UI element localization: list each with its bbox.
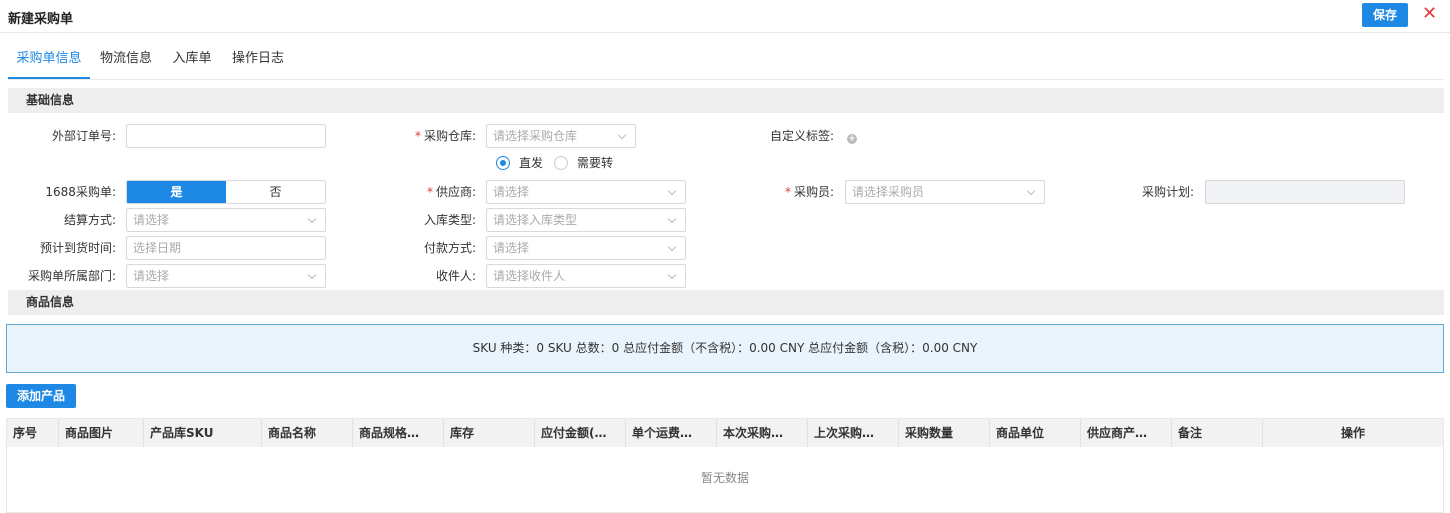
tab-purchase-info[interactable]: 采购单信息	[8, 44, 90, 79]
is-1688-label: 1688采购单:	[45, 185, 116, 199]
col-name: 商品名称	[262, 419, 353, 447]
tab-stock-in[interactable]: 入库单	[166, 44, 218, 79]
chevron-down-icon	[667, 186, 677, 196]
settle-select[interactable]: 请选择	[126, 208, 326, 232]
radio-direct-label: 直发	[519, 156, 544, 170]
table-header: 序号 商品图片 产品库SKU 商品名称 商品规格… 库存 应付金额(… 单个运费…	[7, 419, 1443, 447]
col-image: 商品图片	[59, 419, 144, 447]
eta-label: 预计到货时间:	[39, 241, 116, 255]
dept-label: 采购单所属部门:	[27, 269, 116, 283]
col-sku: 产品库SKU	[144, 419, 262, 447]
external-order-input[interactable]	[126, 124, 326, 148]
goods-table: 序号 商品图片 产品库SKU 商品名称 商品规格… 库存 应付金额(… 单个运费…	[6, 418, 1444, 513]
col-quantity: 采购数量	[899, 419, 990, 447]
receiver-label: 收件人:	[435, 269, 476, 283]
col-amount: 应付金额(…	[535, 419, 626, 447]
col-unit: 商品单位	[990, 419, 1081, 447]
payment-select[interactable]: 请选择	[486, 236, 686, 260]
supplier-label: * 供应商:	[426, 185, 476, 199]
goods-summary: SKU 种类：0 SKU 总数：0 总应付金额（不含税）：0.00 CNY 总应…	[6, 324, 1444, 373]
col-stock: 库存	[444, 419, 535, 447]
col-index: 序号	[7, 419, 59, 447]
supplier-select[interactable]: 请选择	[486, 180, 686, 204]
radio-direct[interactable]	[496, 156, 510, 170]
close-icon[interactable]: ✕	[1422, 3, 1437, 25]
chevron-down-icon	[1026, 186, 1036, 196]
section-goods-info: 商品信息	[8, 290, 1444, 315]
tab-operation-log[interactable]: 操作日志	[226, 44, 290, 79]
external-order-label: 外部订单号:	[51, 129, 116, 143]
col-actions: 操作	[1340, 426, 1365, 440]
chevron-down-icon	[307, 270, 317, 280]
stock-type-select[interactable]: 请选择入库类型	[486, 208, 686, 232]
is-1688-toggle: 是 否	[126, 180, 326, 204]
chevron-down-icon	[307, 214, 317, 224]
chevron-down-icon	[667, 242, 677, 252]
chevron-down-icon	[617, 130, 627, 140]
is-1688-yes[interactable]: 是	[127, 181, 226, 203]
tab-bar: 采购单信息 物流信息 入库单 操作日志	[8, 44, 1444, 80]
stock-type-label: 入库类型:	[423, 213, 476, 227]
col-supplier-product: 供应商产…	[1081, 419, 1172, 447]
radio-transfer[interactable]	[554, 156, 568, 170]
warehouse-select[interactable]: 请选择采购仓库	[486, 124, 636, 148]
warehouse-label: * 采购仓库:	[414, 129, 476, 143]
page-title: 新建采购单	[8, 12, 74, 27]
col-last-price: 上次采购…	[808, 419, 899, 447]
empty-state: 暂无数据	[700, 471, 749, 485]
col-spec: 商品规格…	[353, 419, 444, 447]
dept-select[interactable]: 请选择	[126, 264, 326, 288]
eta-date-input[interactable]: 选择日期	[126, 236, 326, 260]
receiver-select[interactable]: 请选择收件人	[486, 264, 686, 288]
chevron-down-icon	[667, 214, 677, 224]
radio-transfer-label: 需要转	[577, 156, 614, 170]
tab-logistics[interactable]: 物流信息	[94, 44, 158, 79]
save-button[interactable]: 保存	[1362, 3, 1408, 27]
col-this-price: 本次采购…	[717, 419, 808, 447]
settle-label: 结算方式:	[63, 213, 116, 227]
add-product-button[interactable]: 添加产品	[6, 384, 76, 408]
col-remark: 备注	[1172, 419, 1263, 447]
buyer-label: * 采购员:	[784, 185, 834, 199]
add-tag-icon[interactable]: +	[847, 134, 857, 144]
payment-label: 付款方式:	[423, 241, 476, 255]
plan-label: 采购计划:	[1141, 185, 1194, 199]
section-basic-info: 基础信息	[8, 88, 1444, 113]
chevron-down-icon	[667, 270, 677, 280]
plan-input	[1205, 180, 1405, 204]
col-freight: 单个运费…	[626, 419, 717, 447]
is-1688-no[interactable]: 否	[226, 181, 325, 203]
page-header: 新建采购单 保存 ✕	[0, 0, 1450, 33]
custom-tag-label: 自定义标签:	[769, 129, 834, 143]
buyer-select[interactable]: 请选择采购员	[845, 180, 1045, 204]
